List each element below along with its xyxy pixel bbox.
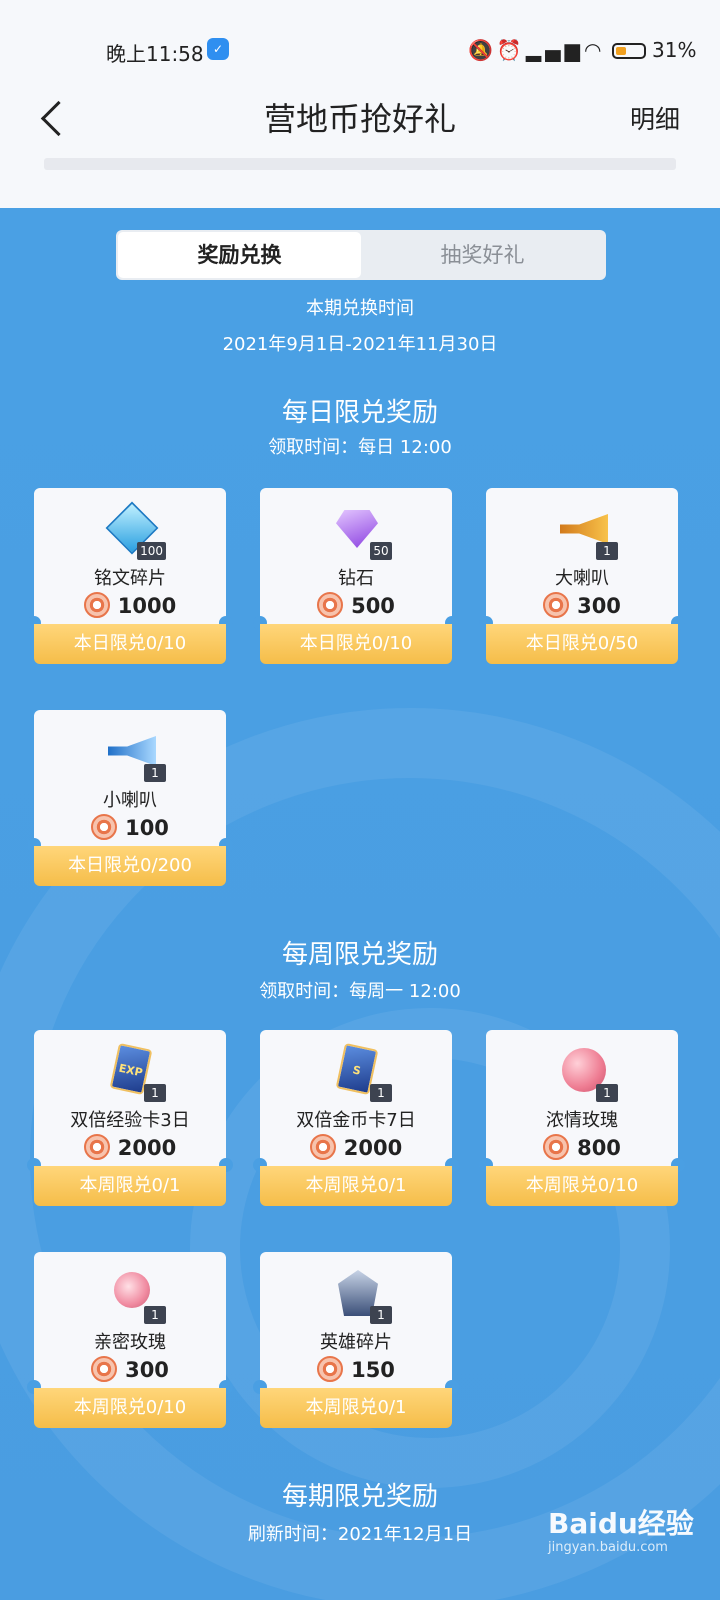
item-name: 双倍经验卡3日 <box>70 1110 190 1131</box>
item-price: 2000 <box>34 1134 226 1160</box>
mute-icon: 🔕 <box>468 38 497 62</box>
reward-card[interactable]: 100 铭文碎片 1000 本日限兑0/10 <box>27 488 233 668</box>
reward-card[interactable]: 1 英雄碎片 150 本周限兑0/1 <box>253 1252 459 1432</box>
limit-label: 本周限兑0/10 <box>486 1166 678 1206</box>
double-gold-card-icon: S 1 <box>330 1042 392 1102</box>
limit-label: 本日限兑0/50 <box>486 624 678 664</box>
quantity-badge: 1 <box>144 1306 166 1324</box>
reward-card[interactable]: S 1 双倍金币卡7日 2000 本周限兑0/1 <box>253 1030 459 1210</box>
status-bar: 晚上11:58 ✓ 🔕⏰▂▄▆◠ 31% <box>0 28 720 74</box>
reward-card[interactable]: 50 钻石 500 本日限兑0/10 <box>253 488 459 668</box>
nav-bar: 营地币抢好礼 明细 <box>0 90 720 146</box>
item-price: 500 <box>260 592 452 618</box>
limit-label: 本周限兑0/1 <box>260 1388 452 1428</box>
big-horn-icon: 1 <box>556 502 618 560</box>
battery-percent: 31% <box>652 38 697 62</box>
inscription-shard-icon: 100 <box>104 501 166 560</box>
limit-label: 本日限兑0/10 <box>34 624 226 664</box>
coin-icon <box>91 814 118 840</box>
alarm-icon: ⏰ <box>496 38 526 62</box>
battery-icon <box>612 43 646 59</box>
baidu-watermark: Baidu经验 <box>548 1507 694 1540</box>
item-price: 800 <box>486 1134 678 1160</box>
reward-card[interactable]: 1 小喇叭 100 本日限兑0/200 <box>27 710 233 890</box>
page-title: 营地币抢好礼 <box>263 100 456 138</box>
limit-label: 本周限兑0/1 <box>34 1166 226 1206</box>
quantity-badge: 50 <box>370 542 392 560</box>
coin-icon <box>317 592 344 618</box>
quantity-badge: 1 <box>370 1084 392 1102</box>
coin-icon <box>83 1134 110 1160</box>
item-name: 亲密玫瑰 <box>94 1332 166 1353</box>
item-price: 1000 <box>34 592 226 618</box>
item-price: 300 <box>34 1356 226 1382</box>
tab-bar: 奖励兑换 抽奖好礼 <box>116 230 606 280</box>
limit-label: 本周限兑0/1 <box>260 1166 452 1206</box>
hero-shard-icon: 1 <box>330 1266 392 1324</box>
item-name: 双倍金币卡7日 <box>296 1110 416 1131</box>
item-name: 钻石 <box>338 568 374 589</box>
limit-label: 本周限兑0/10 <box>34 1388 226 1428</box>
item-name: 小喇叭 <box>103 790 157 811</box>
quantity-badge: 1 <box>144 1084 166 1102</box>
item-name: 铭文碎片 <box>94 568 166 589</box>
item-price: 150 <box>260 1356 452 1382</box>
main-content[interactable]: 奖励兑换 抽奖好礼 本期兑换时间 2021年9月1日-2021年11月30日 每… <box>0 208 720 1600</box>
item-name: 浓情玫瑰 <box>546 1110 618 1131</box>
status-time: 晚上11:58 <box>106 42 204 66</box>
quantity-badge: 100 <box>137 542 166 560</box>
diamond-icon: 50 <box>330 502 392 560</box>
detail-link[interactable]: 明细 <box>630 100 680 136</box>
small-horn-icon: 1 <box>104 724 166 782</box>
period-label: 本期兑换时间 <box>306 298 414 319</box>
weekly-subtext: 领取时间：每周一 12:00 <box>259 981 461 1002</box>
limit-label: 本日限兑0/10 <box>260 624 452 664</box>
item-price: 300 <box>486 592 678 618</box>
double-exp-card-icon: EXP 1 <box>104 1042 166 1102</box>
quantity-badge: 1 <box>144 764 166 782</box>
weekly-heading: 每周限兑奖励 <box>281 940 438 970</box>
back-arrow-icon[interactable] <box>38 96 68 140</box>
rose-icon: 1 <box>104 1266 166 1324</box>
coin-icon <box>309 1134 336 1160</box>
item-price: 2000 <box>260 1134 452 1160</box>
progress-bar <box>44 158 676 170</box>
tab-lottery[interactable]: 抽奖好礼 <box>361 232 604 278</box>
limit-label: 本日限兑0/200 <box>34 846 226 886</box>
daily-heading: 每日限兑奖励 <box>281 398 438 428</box>
coin-icon <box>83 592 110 618</box>
reward-card[interactable]: 1 浓情玫瑰 800 本周限兑0/10 <box>479 1030 685 1210</box>
wifi-icon: ◠ <box>583 38 606 62</box>
daily-subtext: 领取时间：每日 12:00 <box>268 437 452 458</box>
shield-icon: ✓ <box>207 38 229 60</box>
item-price: 100 <box>34 814 226 840</box>
baidu-watermark-url: jingyan.baidu.com <box>548 1540 668 1555</box>
quantity-badge: 1 <box>596 1084 618 1102</box>
coin-icon <box>91 1356 118 1382</box>
rose-bouquet-icon: 1 <box>556 1044 618 1102</box>
header-area: 晚上11:58 ✓ 🔕⏰▂▄▆◠ 31% 营地币抢好礼 明细 <box>0 0 720 208</box>
status-icons: 🔕⏰▂▄▆◠ <box>468 38 605 62</box>
period-range: 2021年9月1日-2021年11月30日 <box>222 334 498 355</box>
reward-card[interactable]: 1 大喇叭 300 本日限兑0/50 <box>479 488 685 668</box>
reward-card[interactable]: 1 亲密玫瑰 300 本周限兑0/10 <box>27 1252 233 1432</box>
quantity-badge: 1 <box>370 1306 392 1324</box>
reward-card[interactable]: EXP 1 双倍经验卡3日 2000 本周限兑0/1 <box>27 1030 233 1210</box>
quantity-badge: 1 <box>596 542 618 560</box>
signal-icon: ▂▄▆ <box>525 38 584 62</box>
coin-icon <box>543 1134 570 1160</box>
item-name: 大喇叭 <box>555 568 609 589</box>
tab-reward-exchange[interactable]: 奖励兑换 <box>118 232 361 278</box>
coin-icon <box>543 592 570 618</box>
item-name: 英雄碎片 <box>320 1332 392 1353</box>
coin-icon <box>317 1356 344 1382</box>
